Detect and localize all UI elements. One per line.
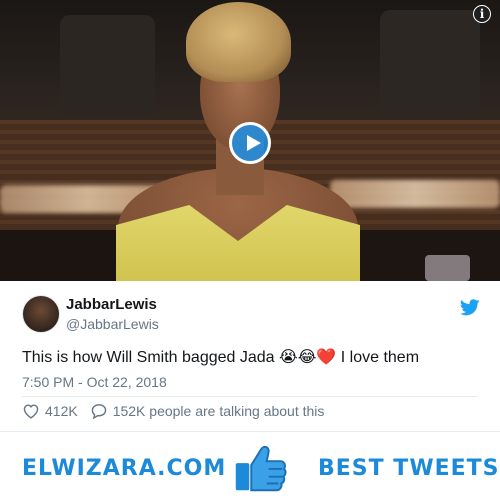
tweet-emojis: 😭😂❤️ [279,347,337,366]
video-scene-chair-right [380,10,480,115]
tweet-text-body: This is how Will Smith bagged Jada [22,349,275,366]
site-name[interactable]: ELWIZARA.COM [22,456,226,481]
tweet-text-suffix: I love them [336,349,420,366]
divider [22,396,478,397]
info-icon[interactable]: i [473,5,491,23]
avatar[interactable] [22,295,60,333]
tweet-card[interactable]: JabbarLewis @JabbarLewis This is how Wil… [0,281,500,431]
likes-count[interactable]: 412K [45,403,78,419]
play-icon[interactable] [229,122,271,164]
thumbs-up-icon [235,445,287,492]
video-scene-person-hair [186,2,291,82]
replies-text[interactable]: 152K people are talking about this [113,403,325,419]
tweet-text: This is how Will Smith bagged Jada 😭😂❤️ … [22,347,419,367]
user-handle[interactable]: @JabbarLewis [66,316,159,332]
footer-banner: ELWIZARA.COM BEST TWEETS [0,431,500,504]
best-tweets-label: BEST TWEETS [318,456,500,481]
twitter-bird-icon[interactable] [460,299,480,316]
video-player[interactable]: i [0,0,500,281]
tweet-actions: 412K 152K people are talking about this [22,401,324,421]
reply-bubble-icon[interactable] [90,403,108,419]
heart-icon[interactable] [22,403,40,419]
tweet-timestamp[interactable]: 7:50 PM - Oct 22, 2018 [22,374,167,390]
video-scene-chair-left [60,15,155,115]
user-name[interactable]: JabbarLewis [66,296,157,313]
video-scene-glass [425,255,470,281]
video-scene-light-right [330,180,500,208]
